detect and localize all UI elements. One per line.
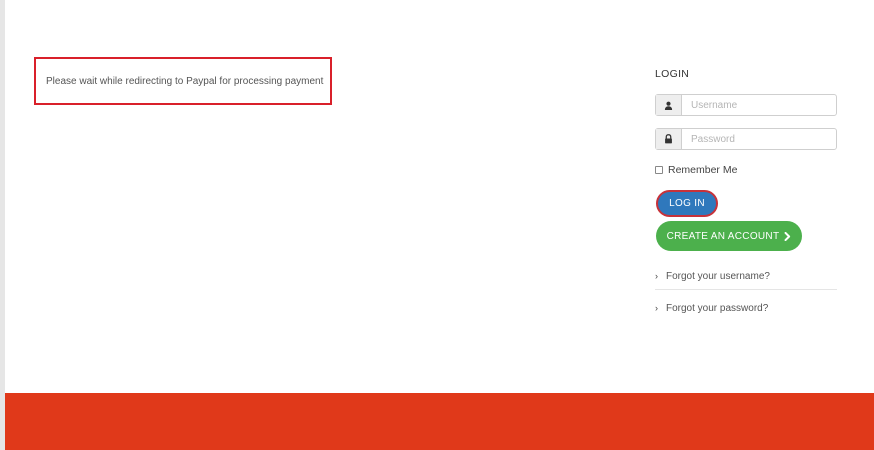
forgot-username-link[interactable]: › Forgot your username?: [655, 263, 837, 290]
login-button-label: LOG IN: [669, 198, 705, 209]
redirect-notice-text: Please wait while redirecting to Paypal …: [46, 76, 324, 87]
lock-icon: [656, 129, 682, 149]
chevron-right-small-icon: ›: [655, 303, 658, 313]
redirect-notice: Please wait while redirecting to Paypal …: [34, 57, 332, 105]
forgot-username-label: Forgot your username?: [666, 270, 770, 282]
chevron-right-small-icon: ›: [655, 271, 658, 281]
forgot-password-label: Forgot your password?: [666, 302, 769, 314]
username-field-group: [655, 94, 837, 116]
footer-bar: [5, 393, 874, 450]
left-border: [0, 0, 5, 450]
chevron-right-icon: [784, 231, 791, 241]
login-button[interactable]: LOG IN: [656, 190, 718, 217]
username-input[interactable]: [682, 95, 836, 115]
remember-me-label: Remember Me: [668, 164, 738, 176]
remember-me[interactable]: Remember Me: [655, 164, 737, 176]
password-field-group: [655, 128, 837, 150]
forgot-password-link[interactable]: › Forgot your password?: [655, 295, 837, 321]
create-account-label: CREATE AN ACCOUNT: [666, 230, 780, 242]
remember-me-checkbox[interactable]: [655, 166, 663, 174]
login-title: LOGIN: [655, 68, 690, 80]
password-input[interactable]: [682, 129, 836, 149]
user-icon: [656, 95, 682, 115]
create-account-button[interactable]: CREATE AN ACCOUNT: [656, 221, 802, 251]
